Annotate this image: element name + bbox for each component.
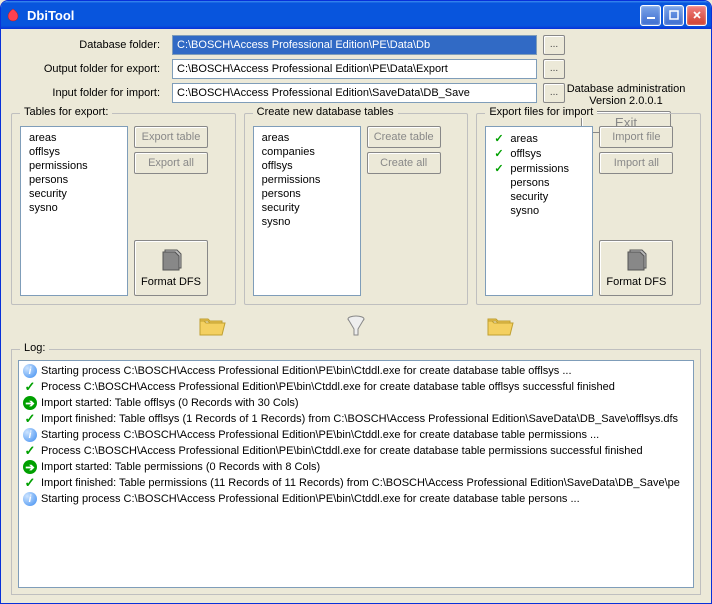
- import-file-button[interactable]: Import file: [599, 126, 673, 148]
- list-item[interactable]: ✓ permissions: [488, 161, 590, 176]
- list-item[interactable]: areas: [256, 131, 358, 145]
- log-row[interactable]: i Starting process C:\BOSCH\Access Profes…: [21, 363, 691, 379]
- list-item-label: persons: [510, 177, 549, 189]
- funnel-icon[interactable]: [346, 315, 366, 340]
- list-item-label: sysno: [510, 205, 539, 217]
- tables-for-export-group: Tables for export: areasofflsyspermissio…: [11, 113, 236, 305]
- check-icon: ✓: [23, 476, 37, 490]
- create-all-button[interactable]: Create all: [367, 152, 441, 174]
- list-item-label: areas: [510, 133, 538, 145]
- list-item[interactable]: persons: [256, 187, 358, 201]
- list-item[interactable]: sysno: [256, 215, 358, 229]
- db-admin-title: Database administration: [561, 83, 691, 95]
- export-all-button[interactable]: Export all: [134, 152, 208, 174]
- list-item[interactable]: permissions: [256, 173, 358, 187]
- check-icon: ✓: [23, 412, 37, 426]
- output-folder-browse-button[interactable]: ...: [543, 59, 565, 79]
- list-item[interactable]: ✓ areas: [488, 131, 590, 146]
- app-icon: [5, 7, 21, 23]
- format-dfs-import-label: Format DFS: [606, 276, 666, 288]
- log-text: Starting process C:\BOSCH\Access Profess…: [41, 429, 599, 441]
- log-text: Import started: Table permissions (0 Rec…: [41, 461, 320, 473]
- output-folder-input[interactable]: [172, 59, 537, 79]
- maximize-button[interactable]: [663, 5, 684, 26]
- create-tables-list[interactable]: areascompaniesofflsyspermissionspersonss…: [253, 126, 361, 296]
- close-button[interactable]: [686, 5, 707, 26]
- list-item[interactable]: permissions: [23, 159, 125, 173]
- arrow-icon: ➔: [23, 396, 37, 410]
- list-item[interactable]: sysno: [488, 204, 590, 218]
- format-dfs-export-label: Format DFS: [141, 276, 201, 288]
- log-row[interactable]: ✓ Process C:\BOSCH\Access Professional Ed…: [21, 443, 691, 459]
- export-tables-list[interactable]: areasofflsyspermissionspersonssecuritysy…: [20, 126, 128, 296]
- log-row[interactable]: ➔ Import started: Table permissions (0 Re…: [21, 459, 691, 475]
- log-row[interactable]: ➔ Import started: Table offlsys (0 Record…: [21, 395, 691, 411]
- arrow-icon: ➔: [23, 460, 37, 474]
- list-item[interactable]: areas: [23, 131, 125, 145]
- check-icon: ✓: [23, 444, 37, 458]
- mid-icon-row: [11, 309, 701, 345]
- minimize-button[interactable]: [640, 5, 661, 26]
- list-item[interactable]: security: [488, 190, 590, 204]
- format-dfs-export-button[interactable]: Format DFS: [134, 240, 208, 296]
- app-window: DbiTool Database folder: ... Output fold…: [0, 0, 712, 604]
- log-text: Import finished: Table permissions (11 R…: [41, 477, 680, 489]
- db-folder-label: Database folder:: [11, 39, 166, 51]
- folder-open-icon[interactable]: [198, 315, 226, 340]
- log-title: Log:: [20, 342, 49, 354]
- input-folder-label: Input folder for import:: [11, 87, 166, 99]
- export-files-for-import-group: Export files for import ✓areas✓offlsys✓p…: [476, 113, 701, 305]
- info-icon: i: [23, 364, 37, 378]
- export-group-title: Tables for export:: [20, 106, 112, 118]
- info-icon: i: [23, 492, 37, 506]
- list-item[interactable]: offlsys: [23, 145, 125, 159]
- document-shape-icon: [157, 248, 185, 274]
- info-icon: i: [23, 428, 37, 442]
- db-folder-browse-button[interactable]: ...: [543, 35, 565, 55]
- output-folder-label: Output folder for export:: [11, 63, 166, 75]
- titlebar[interactable]: DbiTool: [1, 1, 711, 29]
- check-icon: ✓: [494, 147, 506, 160]
- list-item[interactable]: persons: [23, 173, 125, 187]
- window-title: DbiTool: [27, 8, 74, 23]
- folder-open-icon[interactable]: [486, 315, 514, 340]
- log-list[interactable]: i Starting process C:\BOSCH\Access Profes…: [18, 360, 694, 588]
- list-item[interactable]: offlsys: [256, 159, 358, 173]
- log-row[interactable]: ✓ Import finished: Table offlsys (1 Recor…: [21, 411, 691, 427]
- log-text: Process C:\BOSCH\Access Professional Edi…: [41, 445, 643, 457]
- log-row[interactable]: ✓ Process C:\BOSCH\Access Professional Ed…: [21, 379, 691, 395]
- list-item-label: security: [510, 191, 548, 203]
- log-row[interactable]: i Starting process C:\BOSCH\Access Profes…: [21, 491, 691, 507]
- db-folder-input[interactable]: [172, 35, 537, 55]
- log-row[interactable]: ✓ Import finished: Table permissions (11 …: [21, 475, 691, 491]
- create-table-button[interactable]: Create table: [367, 126, 441, 148]
- import-group-title: Export files for import: [485, 106, 597, 118]
- log-group: Log: iStarting process C:\BOSCH\Access P…: [11, 349, 701, 595]
- list-item[interactable]: sysno: [23, 201, 125, 215]
- import-all-button[interactable]: Import all: [599, 152, 673, 174]
- log-text: Process C:\BOSCH\Access Professional Edi…: [41, 381, 615, 393]
- check-icon: ✓: [494, 132, 506, 145]
- log-row[interactable]: i Starting process C:\BOSCH\Access Profes…: [21, 427, 691, 443]
- list-item-label: permissions: [510, 163, 569, 175]
- log-text: Import finished: Table offlsys (1 Record…: [41, 413, 678, 425]
- list-item[interactable]: ✓ offlsys: [488, 146, 590, 161]
- list-item[interactable]: persons: [488, 176, 590, 190]
- format-dfs-import-button[interactable]: Format DFS: [599, 240, 673, 296]
- list-item-label: offlsys: [510, 148, 541, 160]
- document-shape-icon: [622, 248, 650, 274]
- export-table-button[interactable]: Export table: [134, 126, 208, 148]
- list-item[interactable]: security: [256, 201, 358, 215]
- log-text: Import started: Table offlsys (0 Records…: [41, 397, 299, 409]
- create-group-title: Create new database tables: [253, 106, 398, 118]
- list-item[interactable]: security: [23, 187, 125, 201]
- log-text: Starting process C:\BOSCH\Access Profess…: [41, 493, 580, 505]
- log-text: Starting process C:\BOSCH\Access Profess…: [41, 365, 572, 377]
- list-item[interactable]: companies: [256, 145, 358, 159]
- create-tables-group: Create new database tables areascompanie…: [244, 113, 469, 305]
- input-folder-input[interactable]: [172, 83, 537, 103]
- check-icon: ✓: [23, 380, 37, 394]
- check-icon: ✓: [494, 162, 506, 175]
- import-files-list[interactable]: ✓ areas ✓ offlsys ✓ permissions persons securit…: [485, 126, 593, 296]
